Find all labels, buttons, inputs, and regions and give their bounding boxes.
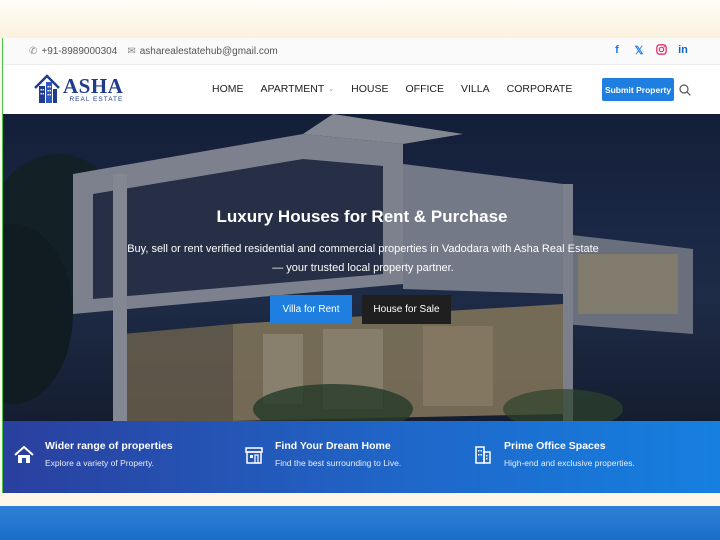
- brand-tagline: REAL ESTATE: [69, 95, 124, 103]
- website-frame: ✆ +91-8989000304 ✉ asharealestatehub@gma…: [2, 38, 720, 493]
- hero-title: Luxury Houses for Rent & Purchase: [216, 207, 508, 226]
- bottom-blue-band: [0, 506, 720, 540]
- feature-wide-range: Wider range of properties Explore a vari…: [13, 440, 173, 468]
- feature-dream-home: Find Your Dream Home Find the best surro…: [243, 440, 401, 468]
- features-strip: Wider range of properties Explore a vari…: [3, 421, 720, 493]
- page-top-fade: [0, 0, 720, 38]
- mail-icon: ✉: [127, 45, 136, 57]
- site-logo[interactable]: ASHA REAL ESTATE: [33, 74, 123, 104]
- linkedin-icon[interactable]: in: [677, 44, 689, 58]
- submit-property-button[interactable]: Submit Property: [602, 78, 674, 101]
- store-icon: [243, 444, 265, 466]
- contact-info: ✆ +91-8989000304 ✉ asharealestatehub@gma…: [29, 46, 288, 57]
- main-nav: HOME APARTMENT ⌄ HOUSE OFFICE VILLA CORPO…: [212, 83, 589, 95]
- building-logo-icon: [33, 74, 61, 104]
- nav-item-villa[interactable]: VILLA: [461, 83, 490, 95]
- feature-title: Find Your Dream Home: [275, 440, 391, 452]
- hero-banner: Luxury Houses for Rent & Purchase Buy, s…: [3, 114, 720, 421]
- nav-item-house[interactable]: HOUSE: [351, 83, 388, 95]
- email-contact[interactable]: ✉ asharealestatehub@gmail.com: [127, 46, 277, 57]
- feature-desc: High-end and exclusive properties.: [504, 458, 635, 468]
- phone-icon: ✆: [29, 45, 38, 57]
- nav-label: OFFICE: [405, 83, 445, 95]
- facebook-icon[interactable]: f: [611, 44, 623, 58]
- x-icon[interactable]: 𝕏: [633, 44, 645, 58]
- home-icon: [13, 444, 35, 466]
- nav-label: HOUSE: [351, 83, 389, 95]
- email-address: asharealestatehub@gmail.com: [139, 45, 278, 57]
- nav-label: HOME: [212, 83, 244, 95]
- nav-label: VILLA: [461, 83, 490, 95]
- nav-item-office[interactable]: OFFICE: [406, 83, 445, 95]
- chevron-down-icon: ⌄: [328, 86, 335, 93]
- phone-contact[interactable]: ✆ +91-8989000304: [29, 46, 117, 57]
- feature-title: Wider range of properties: [45, 440, 173, 452]
- instagram-icon[interactable]: [655, 44, 667, 58]
- site-header: ASHA REAL ESTATE HOME APARTMENT ⌄ HOUSE O…: [3, 65, 720, 114]
- hero-subtitle: Buy, sell or rent verified residential a…: [127, 243, 599, 274]
- nav-label: CORPORATE: [506, 83, 573, 95]
- nav-item-corporate[interactable]: CORPORATE: [507, 83, 573, 95]
- phone-number: +91-8989000304: [41, 45, 118, 57]
- top-contact-bar: ✆ +91-8989000304 ✉ asharealestatehub@gma…: [3, 38, 720, 65]
- social-links: f 𝕏 in: [611, 44, 689, 58]
- brand-name: ASHA: [63, 73, 124, 98]
- villa-for-rent-button[interactable]: Villa for Rent: [270, 295, 352, 324]
- search-icon[interactable]: [679, 83, 691, 96]
- nav-item-apartment[interactable]: APARTMENT ⌄: [261, 83, 335, 95]
- feature-desc: Find the best surrounding to Live.: [275, 458, 402, 468]
- house-for-sale-button[interactable]: House for Sale: [362, 295, 451, 324]
- feature-desc: Explore a variety of Property.: [45, 458, 154, 468]
- feature-office-spaces: Prime Office Spaces High-end and exclusi…: [472, 440, 635, 468]
- nav-label: APARTMENT: [260, 83, 325, 95]
- building-icon: [472, 444, 494, 466]
- nav-item-home[interactable]: HOME: [212, 83, 244, 95]
- feature-title: Prime Office Spaces: [504, 440, 606, 452]
- logo-text: ASHA REAL ESTATE: [63, 73, 124, 103]
